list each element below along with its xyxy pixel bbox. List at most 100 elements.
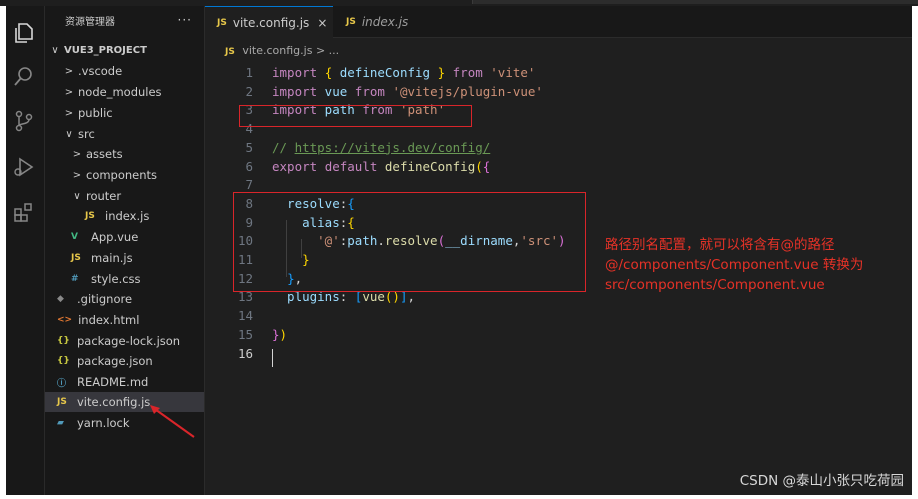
annotation-line-2: @/components/Component.vue 转换为	[605, 257, 864, 273]
run-debug-icon[interactable]	[11, 154, 37, 180]
explorer-icon[interactable]	[11, 20, 37, 46]
tree-item[interactable]: {} package.json	[45, 351, 204, 371]
code-token: defineConfig	[384, 158, 476, 174]
code-token: from	[452, 65, 483, 80]
code-token: )	[279, 326, 288, 342]
code-line[interactable]: 16	[205, 344, 912, 363]
tree-item[interactable]: > node_modules	[45, 82, 204, 102]
explorer-title: 资源管理器	[65, 16, 115, 28]
code-token: {	[482, 158, 491, 174]
tree-item[interactable]: > components	[45, 165, 204, 185]
code-token: //	[272, 139, 295, 155]
chevron-down-icon[interactable]: ∨	[49, 45, 61, 56]
chevron-right-icon[interactable]: >	[71, 170, 83, 181]
tree-item-label: yarn.lock	[77, 416, 130, 430]
tree-item[interactable]: > assets	[45, 144, 204, 164]
code-token: }	[437, 65, 446, 80]
tab-label: index.js	[361, 14, 409, 29]
code-text: // https://vitejs.dev/config/	[272, 138, 490, 157]
source-control-icon[interactable]	[11, 108, 37, 134]
tab-vite-config[interactable]: JS vite.config.js ×	[205, 6, 333, 38]
chevron-right-icon[interactable]: >	[63, 66, 75, 77]
tree-item-label: .vscode	[78, 64, 123, 78]
tab-index-js[interactable]: JS index.js	[340, 6, 430, 37]
code-token: vue	[317, 83, 355, 99]
code-token: default	[324, 158, 378, 174]
code-line[interactable]: 14	[205, 306, 912, 325]
file-type-icon: ▰	[57, 418, 64, 428]
code-line[interactable]: 6 export default defineConfig({	[205, 157, 912, 176]
chevron-right-icon[interactable]: >	[63, 108, 75, 119]
file-type-icon: ◆	[57, 294, 64, 304]
chevron-down-icon[interactable]: ∨	[71, 191, 83, 202]
line-number: 16	[237, 345, 253, 361]
tree-item-label: style.css	[91, 272, 141, 286]
file-type-icon: <>	[57, 315, 73, 325]
tree-item[interactable]: ∨ router	[45, 186, 204, 206]
annotation-line-3: src/components/Component.vue	[605, 277, 825, 293]
code-line[interactable]: 2 import vue from '@vitejs/plugin-vue'	[205, 82, 912, 101]
file-type-icon: V	[71, 232, 78, 242]
tree-item[interactable]: > .vscode	[45, 61, 204, 81]
code-line[interactable]: 15})	[205, 325, 912, 344]
tree-item[interactable]: JS main.js	[45, 248, 204, 268]
code-text: import vue from '@vitejs/plugin-vue'	[272, 82, 543, 101]
watermark: CSDN @泰山小张只吃荷园	[739, 473, 904, 489]
file-type-icon: ⓘ	[57, 378, 67, 389]
code-token: 'vite'	[490, 65, 536, 80]
extensions-icon[interactable]	[11, 200, 37, 226]
file-type-icon: JS	[57, 397, 67, 407]
breadcrumb[interactable]: JS vite.config.js > ...	[225, 44, 339, 57]
more-actions-icon[interactable]: ···	[178, 13, 192, 27]
file-type-icon: JS	[85, 211, 95, 221]
tree-item-label: router	[86, 189, 122, 203]
chevron-down-icon[interactable]: ∨	[63, 129, 75, 140]
explorer-header: 资源管理器 ···	[45, 6, 204, 34]
tree-item[interactable]: <> index.html	[45, 310, 204, 330]
code-token: import	[272, 83, 318, 99]
tree-item[interactable]: {} package-lock.json	[45, 331, 204, 351]
chevron-right-icon[interactable]: >	[63, 87, 75, 98]
chevron-right-icon[interactable]: >	[71, 149, 83, 160]
tab-bar: JS vite.config.js × JS index.js	[205, 6, 912, 38]
code-line[interactable]: 1 import { defineConfig } from 'vite'	[205, 63, 912, 82]
annotation-line-1: 路径别名配置，就可以将含有@的路径	[605, 237, 835, 253]
js-file-icon: JS	[217, 17, 227, 28]
search-icon[interactable]	[11, 64, 37, 90]
breadcrumb-separator: > ...	[315, 44, 340, 57]
tree-item-label: index.html	[78, 313, 140, 327]
tree-item-label: package.json	[77, 354, 153, 368]
highlight-box-import-path	[239, 105, 472, 127]
vscode-window: 资源管理器 ··· ∨ VUE3_PROJECT > .vscode > node_mod…	[6, 6, 912, 495]
tree-item-label: .gitignore	[77, 292, 133, 306]
tree-item-label: node_modules	[78, 85, 162, 99]
tree-item[interactable]: JS index.js	[45, 206, 204, 226]
tree-item[interactable]: ◆ .gitignore	[45, 289, 204, 309]
code-text: import { defineConfig } from 'vite'	[272, 63, 535, 82]
title-search-box[interactable]	[472, 0, 918, 4]
highlight-box-resolve-alias	[233, 192, 586, 292]
code-token: '@vitejs/plugin-vue'	[392, 83, 543, 99]
tree-item[interactable]: ⓘ README.md	[45, 372, 204, 392]
tree-item-label: main.js	[91, 251, 133, 265]
close-icon[interactable]: ×	[317, 16, 327, 30]
tree-item[interactable]: ∨ src	[45, 124, 204, 144]
tree-item-label: public	[78, 106, 113, 120]
code-token: https://vitejs.dev/config/	[294, 139, 491, 155]
tree-item-label: package-lock.json	[77, 334, 181, 348]
code-text: export default defineConfig({	[272, 157, 490, 176]
tree-item-label: index.js	[105, 209, 150, 223]
file-type-icon: #	[71, 274, 79, 284]
code-line[interactable]: 5 // https://vitejs.dev/config/	[205, 138, 912, 157]
breadcrumb-file[interactable]: vite.config.js	[242, 44, 312, 57]
code-token: import	[272, 65, 318, 80]
project-root[interactable]: ∨ VUE3_PROJECT	[45, 40, 204, 60]
code-token: export	[272, 158, 318, 174]
line-number: 6	[245, 158, 253, 174]
tree-item[interactable]: V App.vue	[45, 227, 204, 247]
js-file-icon: JS	[225, 47, 235, 57]
tree-item[interactable]: > public	[45, 103, 204, 123]
tree-item[interactable]: # style.css	[45, 269, 204, 289]
